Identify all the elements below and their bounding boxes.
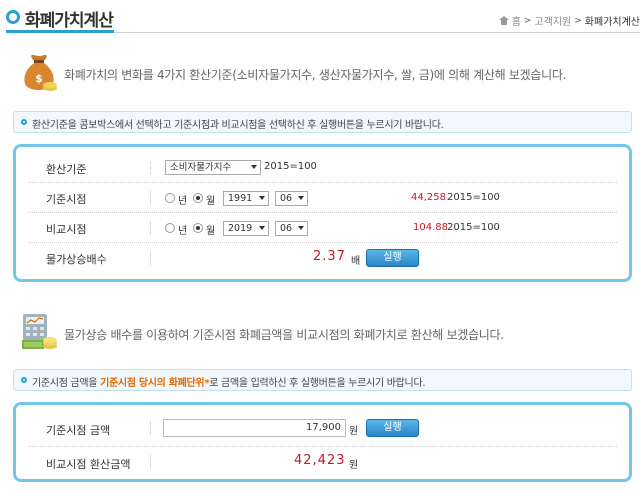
title-circle-icon bbox=[6, 10, 20, 24]
basis-base-text: 2015=100 bbox=[264, 161, 317, 172]
converted-amount-row: 비교시점 환산금액 42,423 원 bbox=[16, 447, 629, 477]
notice-bullet-icon bbox=[21, 119, 27, 125]
section1-intro-text: 화폐가치의 변화를 4가지 환산기준(소비자물가지수, 생산자물가지수, 쌀, … bbox=[64, 68, 567, 82]
converted-amount-unit: 원 bbox=[349, 460, 359, 471]
base-amount-input[interactable]: 17,900 bbox=[163, 419, 346, 437]
base-year-radio-label: 년 bbox=[178, 196, 188, 207]
notice-bullet-icon bbox=[21, 377, 27, 383]
compare-index-base-text: 2015=100 bbox=[447, 222, 500, 233]
section2-intro: 물가상승 배수를 이용하여 기준시점 화폐금액을 비교시점의 화폐가치로 환산해… bbox=[20, 312, 620, 356]
compare-index-value: 104.88 bbox=[413, 222, 448, 233]
compare-month-radio[interactable] bbox=[193, 223, 203, 233]
compare-point-label: 비교시점 bbox=[46, 223, 87, 236]
base-amount-label: 기준시점 금액 bbox=[46, 424, 111, 437]
title-bar: 화폐가치계산 홈 > 고객지원 > 화폐가치계산 bbox=[0, 0, 640, 36]
compare-month-value: 06 bbox=[280, 223, 293, 234]
breadcrumb: 홈 > 고객지원 > 화폐가치계산 bbox=[498, 13, 640, 28]
compare-point-row: 비교시점 년 월 2019 06 104.88 2015=100 bbox=[16, 213, 629, 243]
calculator-coins-icon bbox=[22, 314, 57, 349]
section2-notice-pre: 기준시점 금액을 bbox=[32, 378, 101, 389]
base-amount-unit: 원 bbox=[349, 426, 359, 437]
amount-run-button[interactable]: 실행 bbox=[366, 419, 419, 437]
base-point-label: 기준시점 bbox=[46, 193, 87, 206]
section2-notice-text: 기준시점 금액을 기준시점 당시의 화폐단위*로 금액을 입력하신 후 실행버튼… bbox=[32, 374, 426, 389]
row-divider bbox=[150, 221, 151, 235]
section2-notice: 기준시점 금액을 기준시점 당시의 화폐단위*로 금액을 입력하신 후 실행버튼… bbox=[13, 369, 632, 391]
breadcrumb-home[interactable]: 홈 bbox=[512, 13, 521, 28]
multiplier-row: 물가상승배수 2.37 배 실행 bbox=[16, 243, 629, 273]
section2-intro-text: 물가상승 배수를 이용하여 기준시점 화폐금액을 비교시점의 화폐가치로 환산해… bbox=[64, 328, 504, 342]
multiplier-label: 물가상승배수 bbox=[46, 253, 107, 266]
basis-select-value: 소비자물가지수 bbox=[170, 162, 232, 173]
chevron-down-icon bbox=[251, 165, 257, 169]
breadcrumb-separator-icon: > bbox=[523, 15, 532, 26]
money-bag-icon: $ bbox=[24, 54, 57, 91]
base-index-value: 44,258 bbox=[411, 192, 446, 203]
basis-label: 환산기준 bbox=[46, 163, 87, 176]
row-divider bbox=[150, 251, 151, 265]
base-month-value: 06 bbox=[280, 193, 293, 204]
compare-month-select[interactable]: 06 bbox=[275, 221, 308, 236]
chevron-down-icon bbox=[298, 196, 304, 200]
title-underline-accent bbox=[6, 30, 114, 33]
base-year-radio[interactable] bbox=[165, 193, 175, 203]
multiplier-unit: 배 bbox=[351, 256, 361, 267]
page-title: 화폐가치계산 bbox=[25, 11, 114, 31]
chevron-down-icon bbox=[259, 196, 265, 200]
breadcrumb-separator-icon: > bbox=[574, 15, 582, 26]
row-divider bbox=[150, 161, 151, 175]
breadcrumb-current: 화폐가치계산 bbox=[584, 17, 640, 28]
base-year-select[interactable]: 1991 bbox=[223, 191, 269, 206]
row-divider bbox=[150, 421, 151, 435]
multiplier-run-button[interactable]: 실행 bbox=[366, 249, 419, 267]
amount-panel: 기준시점 금액 17,900 원 실행 비교시점 환산금액 42,423 원 bbox=[13, 402, 632, 482]
converted-amount-value: 42,423 bbox=[294, 453, 346, 468]
compare-month-radio-label: 월 bbox=[206, 226, 216, 237]
svg-text:$: $ bbox=[35, 72, 43, 85]
home-icon[interactable] bbox=[498, 16, 509, 25]
exchange-basis-panel: 환산기준 소비자물가지수 2015=100 기준시점 년 월 1991 06 4… bbox=[13, 144, 632, 282]
compare-year-value: 2019 bbox=[228, 223, 253, 234]
compare-year-radio-label: 년 bbox=[178, 226, 188, 237]
row-divider bbox=[150, 191, 151, 205]
title-underline bbox=[114, 32, 640, 33]
base-month-radio-label: 월 bbox=[206, 196, 216, 207]
base-month-radio[interactable] bbox=[193, 193, 203, 203]
breadcrumb-support[interactable]: 고객지원 bbox=[534, 13, 571, 28]
base-point-row: 기준시점 년 월 1991 06 44,258 2015=100 bbox=[16, 183, 629, 213]
basis-row: 환산기준 소비자물가지수 2015=100 bbox=[16, 153, 629, 183]
base-amount-row: 기준시점 금액 17,900 원 실행 bbox=[16, 413, 629, 447]
converted-amount-label: 비교시점 환산금액 bbox=[46, 458, 131, 471]
section1-notice-text: 환산기준을 콤보박스에서 선택하고 기준시점과 비교시점을 선택하신 후 실행버… bbox=[32, 120, 444, 131]
chevron-down-icon bbox=[259, 226, 265, 230]
row-divider bbox=[150, 455, 151, 469]
basis-select[interactable]: 소비자물가지수 bbox=[165, 160, 261, 175]
base-year-value: 1991 bbox=[228, 193, 253, 204]
section2-notice-post: 로 금액을 입력하신 후 실행버튼을 누르시기 바랍니다. bbox=[209, 378, 426, 389]
section1-intro: $ 화폐가치의 변화를 4가지 환산기준(소비자물가지수, 생산자물가지수, 쌀… bbox=[20, 52, 620, 94]
compare-year-radio[interactable] bbox=[165, 223, 175, 233]
section2-notice-highlight: 기준시점 당시의 화폐단위* bbox=[100, 378, 210, 389]
base-month-select[interactable]: 06 bbox=[275, 191, 308, 206]
base-index-base-text: 2015=100 bbox=[447, 192, 500, 203]
chevron-down-icon bbox=[298, 226, 304, 230]
compare-year-select[interactable]: 2019 bbox=[223, 221, 269, 236]
section1-notice: 환산기준을 콤보박스에서 선택하고 기준시점과 비교시점을 선택하신 후 실행버… bbox=[13, 111, 632, 133]
multiplier-value: 2.37 bbox=[313, 249, 346, 264]
